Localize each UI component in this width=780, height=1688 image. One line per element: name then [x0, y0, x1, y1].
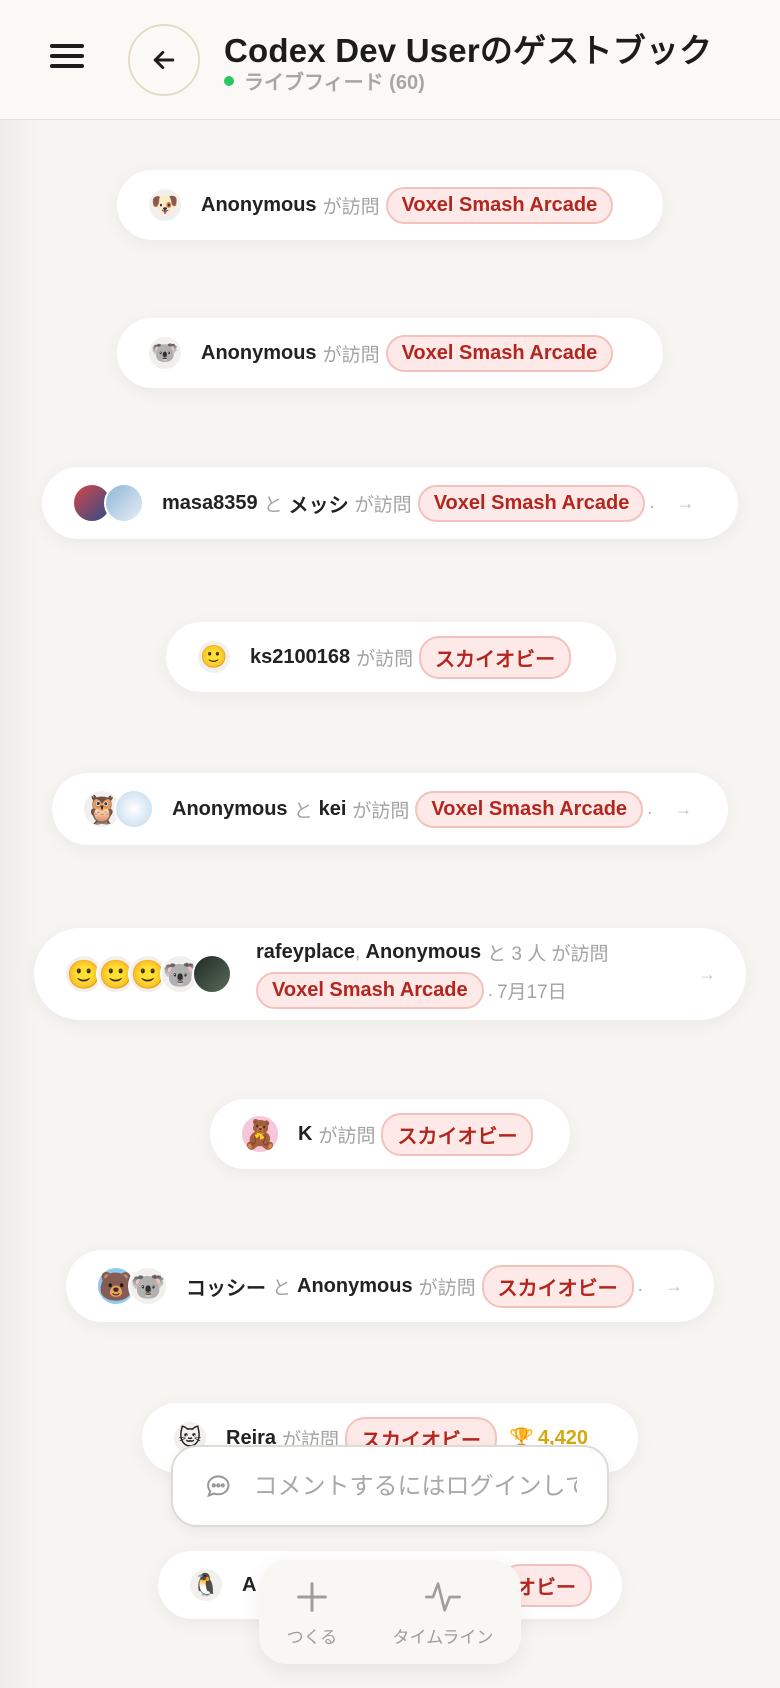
penguin-avatar: 🐧 — [188, 1567, 224, 1603]
name-joiner: と — [272, 1277, 292, 1299]
visitor-name[interactable]: rafeyplace — [256, 941, 355, 964]
visit-verb: が訪問 — [322, 344, 380, 366]
feed-item[interactable]: 🐨 Anonymous が訪問 Voxel Smash Arcade — [117, 318, 663, 388]
dog-avatar: 🐶 — [147, 187, 183, 223]
pink-bear-avatar: 🧸 — [240, 1114, 280, 1154]
user-photo-avatar — [192, 954, 232, 994]
arrow-left-icon — [153, 51, 175, 69]
game-tag[interactable]: スカイオビー — [419, 635, 572, 679]
visit-verb: が訪問 — [354, 494, 412, 516]
feed-item[interactable]: 🦉 Anonymous と kei が訪問 Voxel Smash Arcade… — [52, 773, 728, 845]
visitor-name[interactable]: Anonymous — [201, 342, 317, 365]
game-tag[interactable]: Voxel Smash Arcade — [256, 972, 484, 1009]
nav-timeline[interactable]: タイムライン — [392, 1577, 494, 1648]
live-indicator-icon — [224, 75, 234, 86]
visitor-name[interactable]: コッシー — [186, 1272, 266, 1301]
visitor-name[interactable]: masa8359 — [162, 492, 258, 515]
separator-dot: . — [647, 798, 653, 819]
arrow-right-icon[interactable]: → — [677, 493, 695, 514]
visit-verb: が訪問 — [318, 1125, 376, 1147]
user-photo-avatar — [104, 483, 144, 523]
visit-date: 7月17日 — [496, 982, 567, 1003]
feed-item[interactable]: 🙂 ks2100168 が訪問 スカイオビー — [166, 622, 616, 692]
menu-icon[interactable] — [46, 40, 86, 72]
pulse-icon — [424, 1581, 461, 1612]
game-tag[interactable]: Voxel Smash Arcade — [417, 484, 646, 522]
visit-verb: が訪問 — [352, 800, 410, 822]
feed-item[interactable]: 🙂 🙂 🙂 🐨 rafeyplace , Anonymous と 3 人 が訪問… — [34, 928, 746, 1020]
back-button[interactable] — [128, 24, 200, 96]
comment-input[interactable] — [253, 1472, 577, 1500]
page-title: Codex Dev Userのゲストブック — [224, 32, 713, 69]
game-tag[interactable]: スカイオビー — [481, 1264, 634, 1308]
arrow-right-icon[interactable]: → — [698, 964, 716, 985]
visitor-name[interactable]: kei — [319, 798, 347, 821]
visitor-name[interactable]: Anonymous — [366, 941, 482, 964]
game-tag[interactable]: Voxel Smash Arcade — [415, 790, 644, 828]
bottom-nav: つくる タイムライン — [259, 1560, 521, 1664]
visitor-name[interactable]: Anonymous — [201, 194, 317, 217]
game-tag[interactable]: スカイオビー — [381, 1112, 534, 1156]
visit-verb: が訪問 — [356, 648, 414, 670]
visitor-name[interactable]: K — [298, 1123, 312, 1146]
name-joiner: と — [293, 800, 313, 822]
game-tag[interactable]: Voxel Smash Arcade — [385, 186, 614, 224]
visitor-name[interactable]: Anonymous — [297, 1275, 413, 1298]
name-joiner: と — [263, 494, 283, 516]
visit-verb: が訪問 — [322, 196, 380, 218]
nav-create-label: つくる — [286, 1627, 338, 1647]
feed-item[interactable]: 🐻 🐨 コッシー と Anonymous が訪問 スカイオビー . → — [66, 1250, 714, 1322]
background-shade — [0, 120, 40, 1688]
koala-avatar: 🐨 — [147, 335, 183, 371]
nav-create[interactable]: つくる — [286, 1577, 338, 1648]
koala-avatar: 🐨 — [128, 1266, 168, 1306]
separator-dot: . — [637, 1275, 643, 1296]
visit-verb: が訪問 — [418, 1277, 476, 1299]
live-feed-status: ライブフィード (60) — [224, 66, 425, 95]
separator-dot: . — [487, 979, 493, 1001]
comment-bar[interactable] — [171, 1445, 609, 1527]
visitor-name[interactable]: ks2100168 — [250, 646, 350, 669]
arrow-right-icon[interactable]: → — [665, 1276, 683, 1297]
visitor-name[interactable]: メッシ — [289, 489, 349, 518]
separator-dot: . — [649, 492, 655, 513]
visitor-name[interactable]: Anonymous — [172, 798, 288, 821]
header: Codex Dev Userのゲストブック ライブフィード (60) — [0, 0, 780, 120]
visitor-name[interactable]: A — [242, 1574, 256, 1597]
visit-extra: と 3 人 が訪問 — [487, 944, 609, 965]
feed-item[interactable]: 🐶 Anonymous が訪問 Voxel Smash Arcade — [117, 170, 663, 240]
feed-item[interactable]: masa8359 と メッシ が訪問 Voxel Smash Arcade . … — [42, 467, 738, 539]
chat-bubble-icon — [207, 1475, 230, 1498]
live-feed-label: ライブフィード (60) — [244, 72, 425, 94]
nav-timeline-label: タイムライン — [392, 1627, 494, 1647]
arrow-right-icon[interactable]: → — [674, 799, 692, 820]
game-tag[interactable]: Voxel Smash Arcade — [385, 334, 614, 372]
user-photo-avatar — [114, 789, 154, 829]
feed-item[interactable]: 🧸 K が訪問 スカイオビー — [210, 1099, 570, 1169]
plus-icon — [297, 1581, 327, 1612]
smile-avatar: 🙂 — [196, 639, 232, 675]
